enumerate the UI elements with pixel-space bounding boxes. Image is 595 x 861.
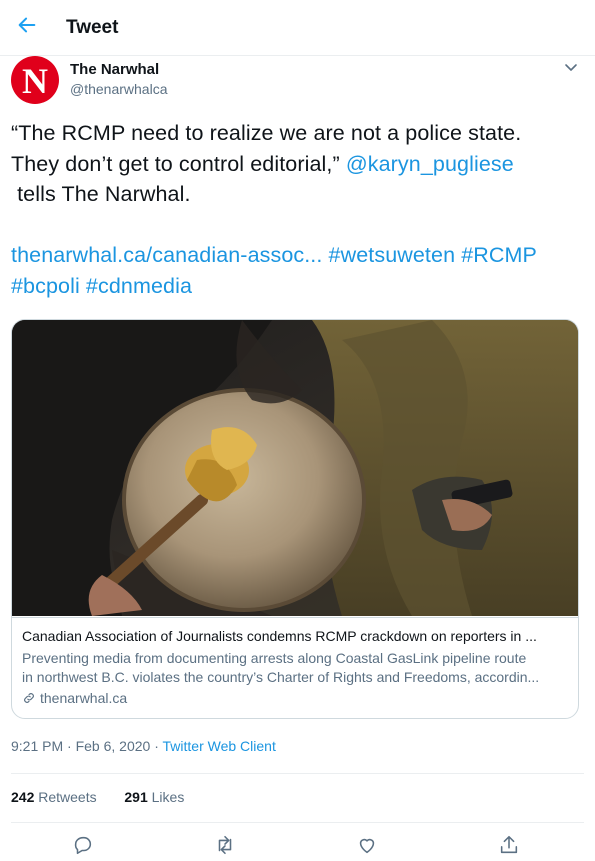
tweet-timestamp: 9:21 PM · Feb 6, 2020 · Twitter Web Clie… bbox=[11, 738, 276, 754]
card-description: Preventing media from documenting arrest… bbox=[22, 649, 568, 686]
hashtag-link[interactable]: #bcpoli bbox=[11, 274, 80, 298]
like-icon bbox=[356, 834, 378, 861]
article-link[interactable]: thenarwhal.ca/canadian-assoc... bbox=[11, 243, 322, 267]
hashtag-link[interactable]: #cdnmedia bbox=[86, 274, 192, 298]
avatar-logo: N bbox=[22, 61, 48, 101]
author-handle[interactable]: @thenarwhalca bbox=[70, 81, 168, 97]
avatar[interactable]: N bbox=[11, 56, 59, 104]
share-icon bbox=[498, 834, 520, 861]
tweet-tail: tells The Narwhal. bbox=[17, 182, 191, 206]
link-preview-card[interactable]: Canadian Association of Journalists cond… bbox=[11, 319, 579, 719]
client-link[interactable]: Twitter Web Client bbox=[163, 738, 276, 754]
likes-stat[interactable]: 291 Likes bbox=[124, 789, 184, 805]
card-image bbox=[12, 320, 578, 616]
likes-label: Likes bbox=[151, 789, 185, 805]
retweets-stat[interactable]: 242 Retweets bbox=[11, 789, 97, 805]
page-title: Tweet bbox=[66, 17, 119, 38]
card-domain: thenarwhal.ca bbox=[22, 690, 127, 706]
top-bar: Tweet bbox=[0, 0, 595, 56]
reply-button[interactable] bbox=[70, 835, 96, 859]
tweet-quote-line1: “The RCMP need to realize we are not a p… bbox=[11, 121, 522, 145]
tweet-quote-line2: They don’t get to control editorial,” bbox=[11, 151, 340, 176]
chevron-down-icon bbox=[564, 60, 578, 78]
mention-link[interactable]: @karyn_pugliese bbox=[346, 152, 514, 176]
share-button[interactable] bbox=[496, 835, 522, 859]
card-body: Canadian Association of Journalists cond… bbox=[12, 617, 578, 718]
card-title: Canadian Association of Journalists cond… bbox=[22, 628, 537, 644]
back-button[interactable] bbox=[12, 12, 42, 42]
like-button[interactable] bbox=[354, 835, 380, 859]
hashtag-link[interactable]: #RCMP bbox=[461, 243, 537, 267]
divider bbox=[11, 773, 584, 774]
retweets-label: Retweets bbox=[38, 789, 97, 805]
link-icon bbox=[22, 691, 36, 705]
retweet-button[interactable] bbox=[212, 835, 238, 859]
back-arrow-icon bbox=[16, 14, 38, 41]
tweet-text: “The RCMP need to realize we are not a p… bbox=[11, 118, 581, 301]
card-description-line: in northwest B.C. violates the country’s… bbox=[22, 668, 540, 685]
retweet-count: 242 bbox=[11, 789, 35, 805]
like-count: 291 bbox=[124, 789, 148, 805]
hashtag-link[interactable]: #wetsuweten bbox=[329, 243, 456, 267]
more-options-button[interactable] bbox=[560, 60, 582, 78]
retweet-icon bbox=[213, 834, 237, 861]
card-domain-text: thenarwhal.ca bbox=[40, 690, 128, 706]
tweet-stats: 242 Retweets 291 Likes bbox=[11, 789, 184, 805]
reply-icon bbox=[72, 834, 94, 861]
author-name[interactable]: The Narwhal bbox=[70, 61, 159, 78]
divider bbox=[11, 822, 584, 823]
tweet-time[interactable]: 9:21 PM · Feb 6, 2020 · bbox=[11, 738, 163, 754]
card-description-line: Preventing media from documenting arrest… bbox=[22, 650, 527, 666]
